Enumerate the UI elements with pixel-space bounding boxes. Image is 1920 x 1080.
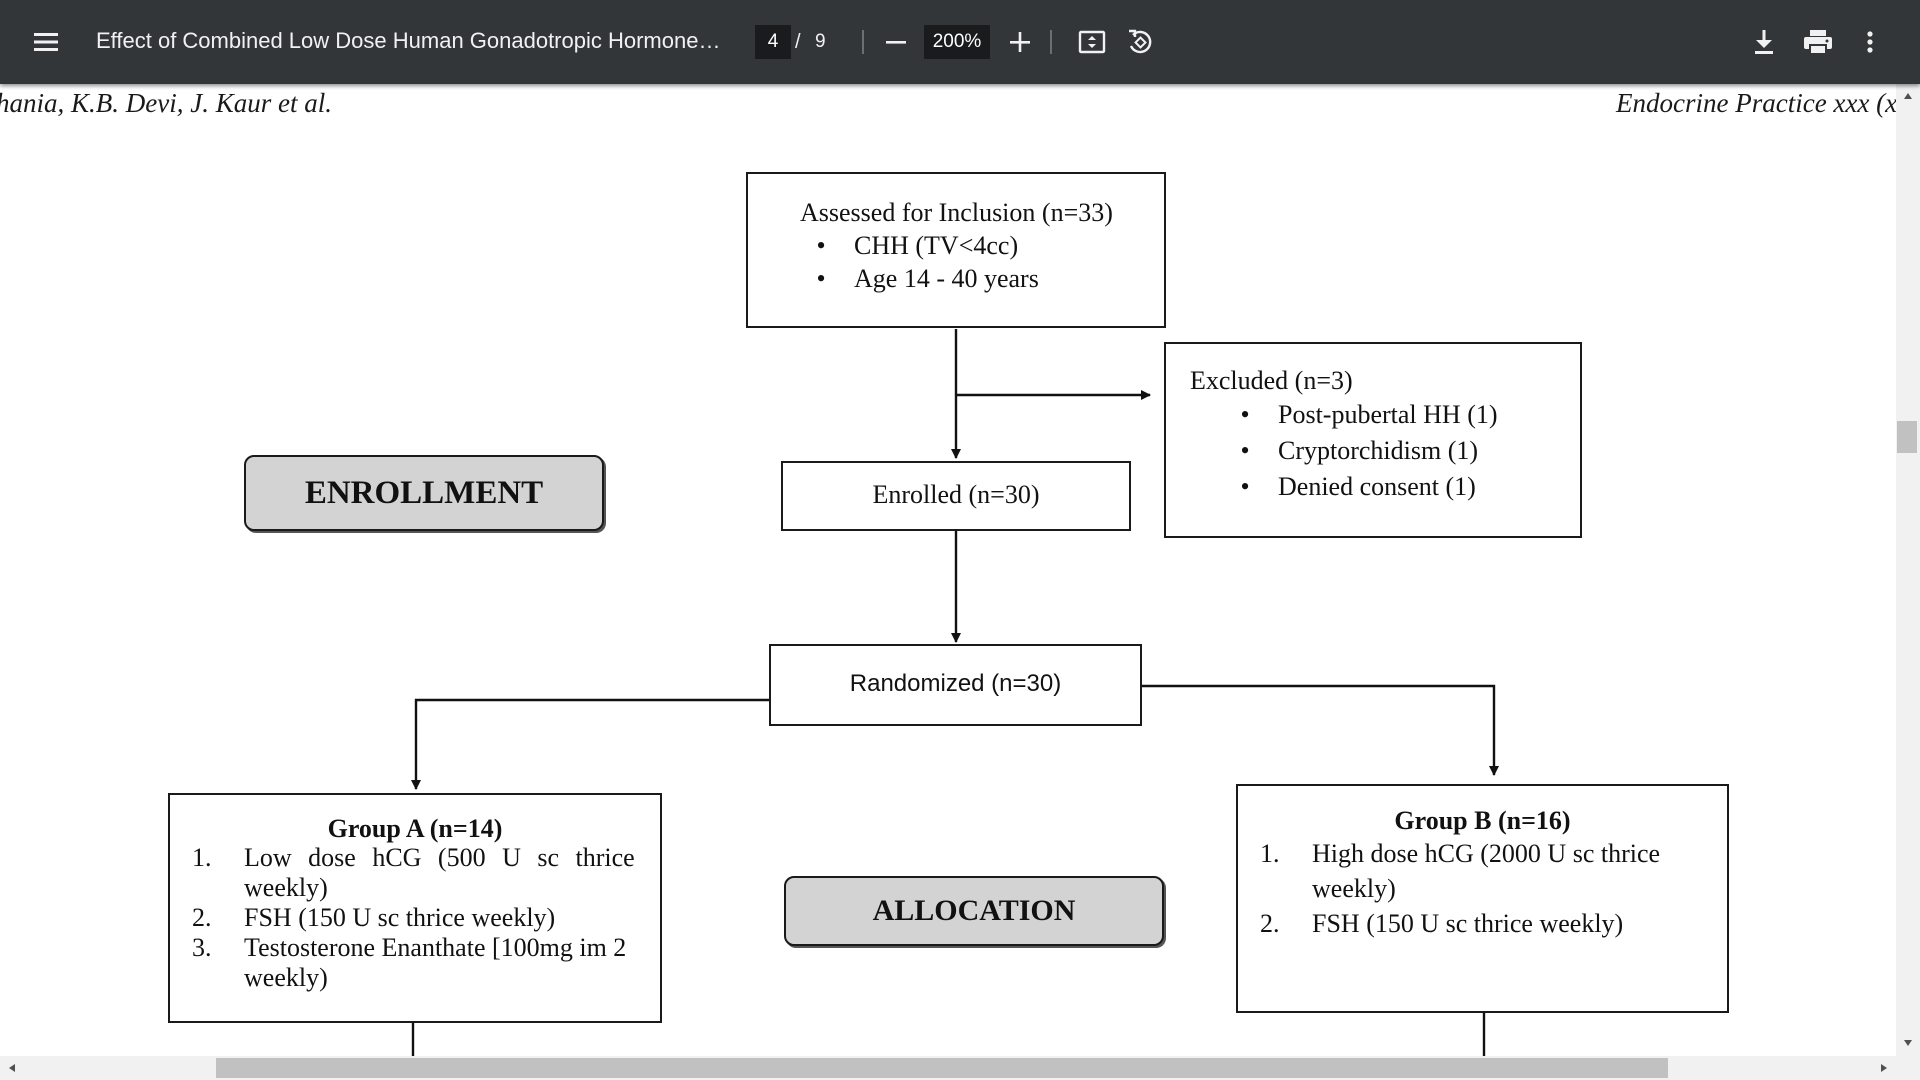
randomized-box: Randomized (n=30) [769,644,1142,726]
group-b-box: Group B (n=16) 1. High dose hCG (2000 U s… [1236,784,1729,1013]
group-a-item: 2. FSH (150 U sc thrice weekly) [192,903,556,932]
more-vert-icon[interactable] [1858,26,1882,58]
page-number-input[interactable]: 4 [755,25,791,59]
group-b-item: 2. FSH (150 U sc thrice weekly) [1260,909,1624,938]
assessed-bullet: • Age 14 - 40 years [816,264,1039,293]
group-b-item: 1. High dose hCG (2000 U sc thrice [1260,839,1661,868]
rotate-icon[interactable] [1124,26,1156,58]
vertical-scrollbar[interactable] [1896,84,1920,1056]
page-total: 9 [815,31,826,52]
assessed-bullet: • CHH (TV<4cc) [816,231,1019,260]
enrollment-label: ENROLLMENT [244,455,604,531]
page-separator: / [795,31,801,53]
zoom-out-icon[interactable] [880,24,912,60]
enrolled-box: Enrolled (n=30) [781,461,1131,531]
document-title: Effect of Combined Low Dose Human Gonado… [96,28,726,53]
arrow-to-group-b [1141,684,1499,776]
menu-icon[interactable] [30,28,64,56]
group-a-title: Group A (n=14) [327,814,503,843]
excluded-title: Excluded (n=3) [1190,366,1353,395]
print-icon[interactable] [1800,26,1836,58]
excluded-box: Excluded (n=3) • Post-pubertal HH (1) • Cr… [1164,342,1582,538]
scroll-down-icon[interactable] [1903,1039,1913,1047]
scroll-left-icon[interactable] [8,1063,16,1073]
zoom-level-input[interactable]: 200% [924,25,990,59]
group-b-title: Group B (n=16) [1394,806,1571,835]
excluded-bullet: • Cryptorchidism (1) [1240,436,1479,465]
horizontal-scroll-thumb[interactable] [216,1058,1668,1078]
group-b-item-cont: weekly) [1312,874,1396,903]
allocation-label: ALLOCATION [784,876,1164,946]
group-a-item-cont: weekly) [244,873,328,902]
vertical-scroll-thumb[interactable] [1897,421,1917,453]
assessed-title: Assessed for Inclusion (n=33) [800,198,1113,227]
scroll-up-icon[interactable] [1903,92,1913,100]
zoom-in-icon[interactable] [1004,24,1036,60]
pdf-toolbar: Effect of Combined Low Dose Human Gonado… [0,0,1920,84]
group-a-item-cont: weekly) [244,963,328,992]
scroll-right-icon[interactable] [1880,1063,1888,1073]
excluded-bullet: • Denied consent (1) [1240,472,1476,501]
pdf-page: hania, K.B. Devi, J. Kaur et al. Endocri… [0,84,1896,1056]
toolbar-divider [1050,30,1052,54]
group-a-item: 1. Low dose hCG (500 U sc thrice [192,843,635,872]
group-a-item: 3. Testosterone Enanthate [100mg im 2 [192,933,627,962]
download-icon[interactable] [1748,26,1780,58]
toolbar-divider [862,30,864,54]
assessed-box: Assessed for Inclusion (n=33) • CHH (TV<4… [746,172,1166,328]
excluded-bullet: • Post-pubertal HH (1) [1240,400,1498,429]
arrow-to-group-a [411,698,769,790]
fit-page-icon[interactable] [1076,26,1108,58]
group-a-box: Group A (n=14) 1. Low dose hCG (500 U sc … [168,793,662,1023]
